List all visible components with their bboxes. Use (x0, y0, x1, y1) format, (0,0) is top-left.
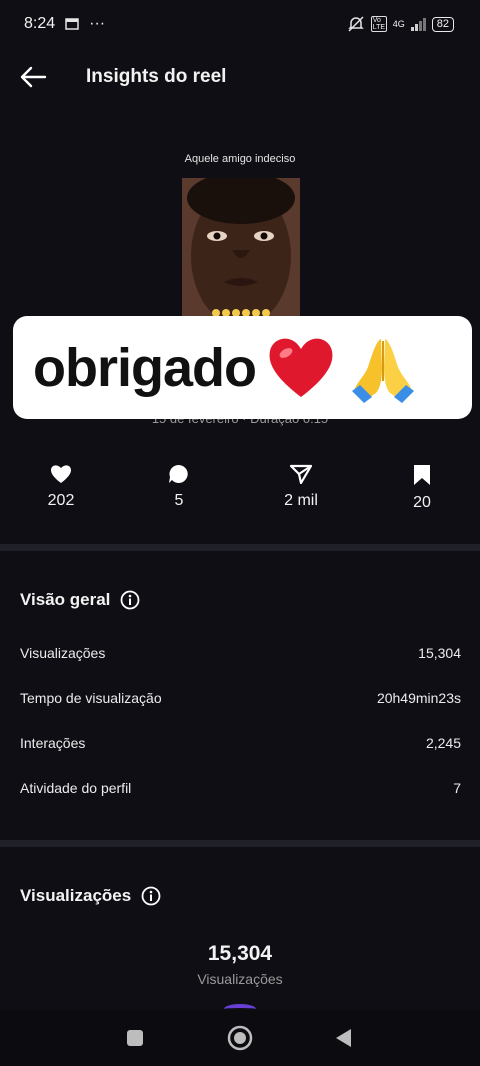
views-total-label: Visualizações (197, 971, 283, 987)
network-type: 4G (392, 19, 405, 29)
metric-value: 15,304 (418, 645, 461, 661)
likes-stat[interactable]: 202 (16, 460, 106, 510)
shares-stat[interactable]: 2 mil (256, 460, 346, 510)
signal-icon (410, 17, 426, 31)
app-bar: Insights do reel (0, 52, 480, 102)
metric-value: 7 (453, 780, 461, 796)
overview-title: Visão geral (20, 590, 111, 609)
silent-icon (347, 16, 364, 32)
status-dots: ··· (89, 15, 106, 32)
recents-button[interactable] (121, 1024, 149, 1052)
engagement-stats: 202 5 2 mil 20 (0, 460, 480, 520)
reel-thumbnail (182, 178, 300, 320)
share-icon (290, 464, 312, 484)
system-nav-bar (0, 1010, 480, 1066)
red-heart-icon (269, 338, 333, 397)
likes-count: 202 (47, 492, 75, 509)
shares-count: 2 mil (284, 492, 318, 509)
volte-badge: Vo LTE (370, 16, 387, 32)
comments-stat[interactable]: 5 (134, 460, 224, 510)
views-header: Visualizações (20, 886, 161, 906)
metric-row-views[interactable]: Visualizações 15,304 (20, 645, 461, 661)
saves-count: 20 (413, 494, 431, 511)
bookmark-icon (414, 465, 430, 485)
page-title: Insights do reel (86, 66, 227, 87)
battery-indicator: 82 (431, 16, 454, 32)
home-button[interactable] (226, 1024, 254, 1052)
saves-stat[interactable]: 20 (377, 460, 467, 512)
metric-row-profile-activity[interactable]: Atividade do perfil 7 (20, 780, 461, 796)
metric-value: 2,245 (425, 735, 461, 751)
status-right: Vo LTE 4G 82 (347, 15, 454, 33)
reel-face-image (182, 178, 300, 320)
back-button[interactable] (0, 52, 68, 102)
heart-icon (51, 465, 71, 483)
info-icon[interactable] (120, 590, 140, 610)
section-divider (0, 840, 480, 847)
info-icon[interactable] (141, 886, 161, 906)
overview-header: Visão geral (20, 590, 140, 610)
comment-icon (169, 464, 188, 483)
metric-label: Interações (20, 735, 86, 751)
views-total: 15,304 (207, 942, 273, 965)
home-circle-icon (227, 1025, 253, 1051)
reel-caption: Aquele amigo indeciso (184, 153, 296, 165)
folded-hands-icon (351, 338, 414, 403)
status-time: 8:24 (24, 15, 56, 32)
metric-label: Visualizações (20, 645, 106, 661)
back-arrow-icon (20, 66, 47, 88)
square-icon (127, 1030, 143, 1046)
views-title: Visualizações (20, 886, 132, 905)
thanks-sticker: obrigado (13, 316, 472, 419)
triangle-back-icon (336, 1029, 351, 1047)
metric-value: 20h49min23s (376, 690, 461, 706)
status-bar: 8:24 ··· Vo LTE 4G 82 (0, 0, 480, 48)
section-divider (0, 544, 480, 551)
comments-count: 5 (174, 492, 184, 509)
metric-row-interactions[interactable]: Interações 2,245 (20, 735, 461, 751)
metric-label: Tempo de visualização (20, 690, 162, 706)
notification-icon (65, 18, 79, 30)
metric-row-watch-time[interactable]: Tempo de visualização 20h49min23s (20, 690, 461, 706)
back-nav-button[interactable] (330, 1024, 358, 1052)
metric-label: Atividade do perfil (20, 780, 132, 796)
sticker-text: obrigado (33, 337, 257, 398)
status-left: 8:24 ··· (24, 15, 105, 33)
